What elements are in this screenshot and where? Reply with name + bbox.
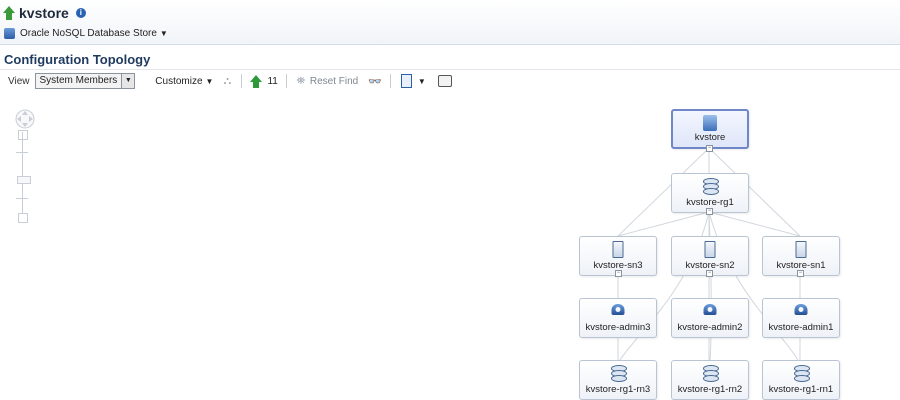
section-title: Configuration Topology <box>4 52 151 67</box>
node-kvstore-admin1[interactable]: kvstore-admin1 <box>762 298 840 338</box>
binoculars-icon[interactable]: 👓 <box>368 75 382 88</box>
collapse-icon[interactable]: − <box>706 208 713 215</box>
collapse-icon[interactable]: − <box>615 270 622 277</box>
node-label: kvstore-admin3 <box>585 322 651 333</box>
view-select[interactable]: System Members ▼ <box>34 73 136 89</box>
print-icon[interactable] <box>437 75 452 87</box>
database-icon <box>703 365 719 382</box>
node-label: kvstore-rg1-rn3 <box>585 384 651 395</box>
node-kvstore-rg1-rn1[interactable]: kvstore-rg1-rn1 <box>762 360 840 400</box>
customize-menu[interactable]: Customize ▼ <box>155 76 213 87</box>
header-bar: kvstore i Oracle NoSQL Database Store ▼ <box>0 0 900 45</box>
node-label: kvstore <box>694 132 726 143</box>
zoom-out-button[interactable] <box>18 213 28 223</box>
admin-icon <box>703 303 718 316</box>
store-icon <box>703 115 717 131</box>
node-kvstore-rg1[interactable]: kvstore-rg1 <box>671 173 749 213</box>
zoom-slider-track[interactable] <box>22 132 23 217</box>
reset-find-icon: ⛯ <box>296 75 306 87</box>
zoom-tick <box>16 198 28 199</box>
database-icon <box>4 27 15 39</box>
title-row: kvstore i <box>3 3 86 23</box>
page-title: kvstore <box>19 5 69 21</box>
node-kvstore-admin2[interactable]: kvstore-admin2 <box>671 298 749 338</box>
collapse-icon[interactable]: − <box>706 145 713 152</box>
toolbar-separator <box>241 74 243 88</box>
zoom-in-button[interactable] <box>18 130 28 140</box>
admin-icon <box>794 303 809 316</box>
hierarchy-icon[interactable]: ⛬ <box>221 75 233 87</box>
node-label: kvstore-rg1 <box>686 197 734 208</box>
topology-toolbar: View System Members ▼ Customize ▼ ⛬ 11 ⛯… <box>8 72 452 90</box>
zoom-tick <box>16 152 28 153</box>
up-status-icon[interactable] <box>250 74 263 88</box>
node-kvstore[interactable]: kvstore <box>671 109 749 149</box>
target-menu[interactable]: Oracle NoSQL Database Store ▼ <box>4 25 168 41</box>
admin-icon <box>611 303 626 316</box>
node-kvstore-admin3[interactable]: kvstore-admin3 <box>579 298 657 338</box>
reset-find-button[interactable]: Reset Find <box>310 76 358 87</box>
node-kvstore-rg1-rn3[interactable]: kvstore-rg1-rn3 <box>579 360 657 400</box>
database-icon <box>611 365 627 382</box>
database-icon <box>794 365 810 382</box>
customize-label: Customize <box>155 75 203 87</box>
zoom-slider-thumb[interactable] <box>17 176 31 184</box>
view-label: View <box>8 75 30 87</box>
database-icon <box>703 178 719 195</box>
chevron-down-icon: ▼ <box>205 76 214 86</box>
chevron-down-icon[interactable]: ▼ <box>418 77 426 86</box>
toolbar-separator <box>389 74 391 88</box>
target-menu-label: Oracle NoSQL Database Store <box>20 27 157 39</box>
pan-control[interactable] <box>14 108 36 130</box>
status-up-icon <box>3 6 15 20</box>
node-label: kvstore-admin1 <box>768 322 834 333</box>
chevron-down-icon[interactable]: ▼ <box>121 74 135 88</box>
info-icon[interactable]: i <box>75 8 86 18</box>
node-label: kvstore-admin2 <box>677 322 743 333</box>
layout-icon[interactable] <box>400 74 412 88</box>
collapse-icon[interactable]: − <box>706 270 713 277</box>
node-label: kvstore-rg1-rn1 <box>768 384 834 395</box>
toolbar-separator <box>285 74 287 88</box>
server-icon <box>704 241 716 258</box>
node-kvstore-rg1-rn2[interactable]: kvstore-rg1-rn2 <box>671 360 749 400</box>
divider <box>0 69 900 70</box>
server-icon <box>612 241 624 258</box>
node-label: kvstore-rg1-rn2 <box>677 384 743 395</box>
server-icon <box>795 241 807 258</box>
collapse-icon[interactable]: − <box>797 270 804 277</box>
up-count: 11 <box>267 75 278 87</box>
view-select-value: System Members <box>35 74 122 88</box>
chevron-down-icon: ▼ <box>159 28 168 38</box>
